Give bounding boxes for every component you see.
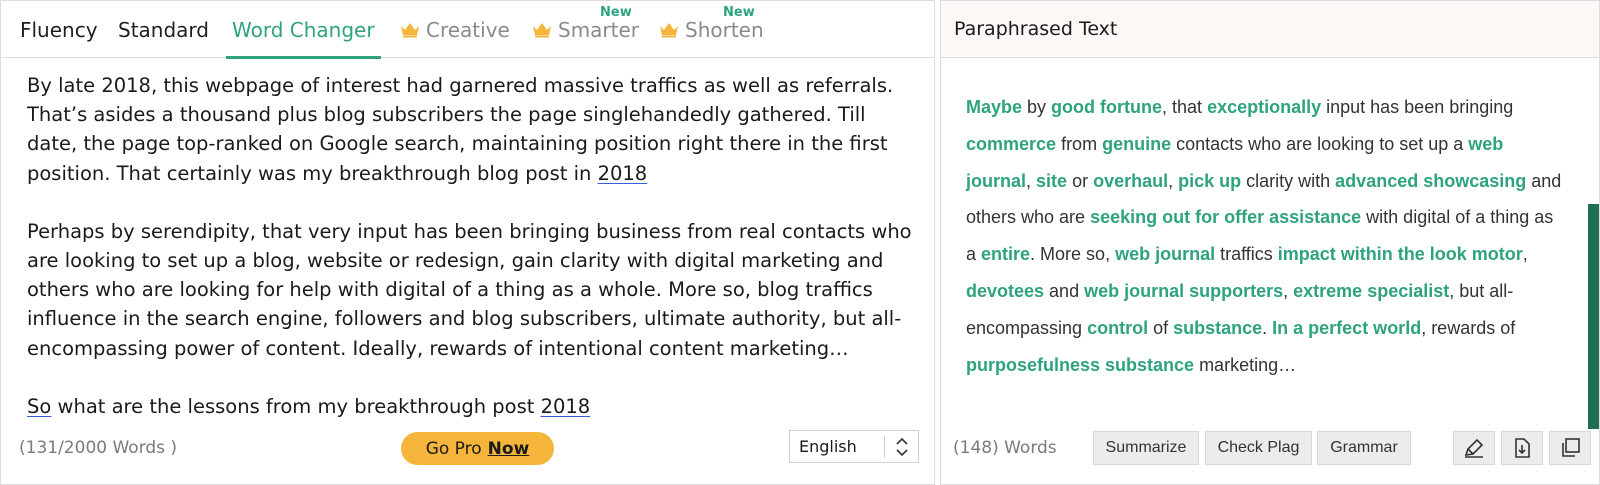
download-button[interactable] — [1501, 431, 1543, 465]
output-text-area[interactable]: Maybe by good fortune, that exceptionall… — [966, 89, 1566, 383]
copy-icon — [1562, 438, 1580, 457]
changed-word[interactable]: web journal — [1115, 244, 1215, 264]
mode-tabs: Fluency Standard Word Changer Creative N… — [1, 1, 934, 59]
input-footer: (131/2000 Words ) Go Pro Now English — [1, 426, 934, 484]
tab-smarter-label: Smarter — [558, 17, 640, 42]
crown-icon — [401, 22, 419, 37]
changed-word[interactable]: exceptionally — [1207, 97, 1321, 117]
language-value: English — [799, 437, 857, 456]
output-footer: (148) Words Summarize Check Plag Grammar — [941, 426, 1599, 484]
changed-word[interactable]: devotees — [966, 281, 1044, 301]
year-link-2[interactable]: 2018 — [541, 395, 591, 418]
up-down-arrows-icon — [896, 437, 908, 457]
changed-word[interactable]: good fortune — [1051, 97, 1162, 117]
input-paragraph-1: By late 2018, this webpage of interest h… — [27, 71, 912, 188]
input-panel: Fluency Standard Word Changer Creative N… — [0, 0, 935, 485]
tab-smarter[interactable]: Smarter — [532, 1, 639, 58]
output-text-segment: input has been bringing — [1321, 97, 1514, 117]
go-pro-label: Go Pro — [425, 438, 482, 459]
output-text-segment: , rewards of — [1421, 317, 1516, 338]
changed-word[interactable]: seeking out for offer assistance — [1090, 207, 1361, 227]
output-text-segment: and — [1044, 280, 1085, 301]
tab-creative[interactable]: Creative — [400, 1, 510, 58]
changed-word[interactable]: commerce — [966, 134, 1056, 154]
input-word-count: (131/2000 Words ) — [19, 438, 178, 458]
output-text-segment: . More so, — [1030, 244, 1116, 265]
input-text-area[interactable]: By late 2018, this webpage of interest h… — [27, 71, 912, 450]
output-text-segment: , that — [1162, 97, 1208, 117]
tab-word-changer[interactable]: Word Changer — [226, 1, 381, 59]
changed-word[interactable]: Maybe — [966, 97, 1022, 117]
changed-word[interactable]: purposefulness substance — [966, 355, 1194, 375]
highlight-button[interactable] — [1453, 431, 1495, 465]
changed-word[interactable]: pick up — [1178, 171, 1241, 191]
input-paragraph-2: Perhaps by serendipity, that very input … — [27, 219, 912, 360]
output-panel: Paraphrased Text Maybe by good fortune, … — [940, 0, 1600, 485]
tab-creative-label: Creative — [426, 17, 510, 42]
summarize-label: Summarize — [1105, 439, 1187, 456]
check-plag-button[interactable]: Check Plag — [1205, 431, 1312, 465]
changed-word[interactable]: control — [1087, 318, 1148, 338]
summarize-button[interactable]: Summarize — [1093, 431, 1199, 465]
select-divider — [884, 436, 885, 458]
output-text-segment: by — [1022, 97, 1052, 117]
output-text-segment: clarity with — [1241, 170, 1336, 191]
so-link[interactable]: So — [27, 395, 51, 418]
output-text-segment: . — [1262, 317, 1273, 338]
download-icon — [1515, 438, 1530, 458]
tab-fluency-label: Fluency — [20, 17, 98, 42]
tab-shorten-label: Shorten — [685, 17, 764, 42]
crown-icon — [533, 22, 551, 37]
output-text-segment: marketing… — [1194, 354, 1297, 375]
output-text-segment: of — [1148, 317, 1174, 338]
tab-fluency[interactable]: Fluency — [20, 1, 98, 58]
changed-word[interactable]: web journal supporters — [1084, 281, 1283, 301]
grammar-label: Grammar — [1330, 439, 1398, 456]
output-text-segment: or — [1067, 170, 1094, 191]
output-title: Paraphrased Text — [954, 18, 1118, 40]
crown-icon — [660, 22, 678, 37]
changed-word[interactable]: impact within the look motor — [1278, 244, 1523, 264]
input-paragraph-3: So what are the lessons from my breakthr… — [27, 392, 912, 421]
go-pro-button[interactable]: Go Pro Now — [401, 432, 554, 465]
tab-word-changer-label: Word Changer — [232, 17, 375, 42]
output-text-segment: from — [1056, 133, 1103, 154]
output-text-segment: , — [1283, 280, 1294, 301]
output-text-segment: , — [1522, 244, 1528, 265]
changed-word[interactable]: overhaul — [1093, 171, 1168, 191]
tab-shorten[interactable]: Shorten — [659, 1, 764, 58]
tab-standard-label: Standard — [118, 17, 209, 42]
input-paragraph-3-text: what are the lessons from my breakthroug… — [51, 394, 541, 418]
output-scrollbar[interactable] — [1588, 204, 1599, 429]
input-paragraph-1-text: By late 2018, this webpage of interest h… — [27, 74, 894, 185]
output-header: Paraphrased Text — [941, 1, 1599, 58]
go-pro-now: Now — [487, 438, 530, 459]
changed-word[interactable]: entire — [981, 244, 1030, 264]
changed-word[interactable]: advanced showcasing — [1335, 171, 1526, 191]
output-text-segment: contacts who are looking to set up a — [1171, 133, 1469, 154]
changed-word[interactable]: site — [1036, 171, 1067, 191]
check-plag-label: Check Plag — [1217, 439, 1300, 456]
changed-word[interactable]: In a perfect world — [1272, 318, 1421, 338]
language-select[interactable]: English — [789, 430, 919, 463]
year-link[interactable]: 2018 — [598, 162, 648, 185]
highlighter-icon — [1464, 438, 1484, 458]
tab-standard[interactable]: Standard — [118, 1, 209, 58]
grammar-button[interactable]: Grammar — [1317, 431, 1411, 465]
changed-word[interactable]: substance — [1173, 318, 1262, 338]
output-text-segment: traffics — [1215, 244, 1278, 265]
output-text-segment: , — [1168, 170, 1179, 191]
changed-word[interactable]: genuine — [1102, 134, 1171, 154]
changed-word[interactable]: extreme specialist — [1293, 281, 1449, 301]
output-text-segment: , — [1026, 170, 1037, 191]
copy-button[interactable] — [1549, 431, 1591, 465]
output-word-count: (148) Words — [953, 438, 1057, 458]
